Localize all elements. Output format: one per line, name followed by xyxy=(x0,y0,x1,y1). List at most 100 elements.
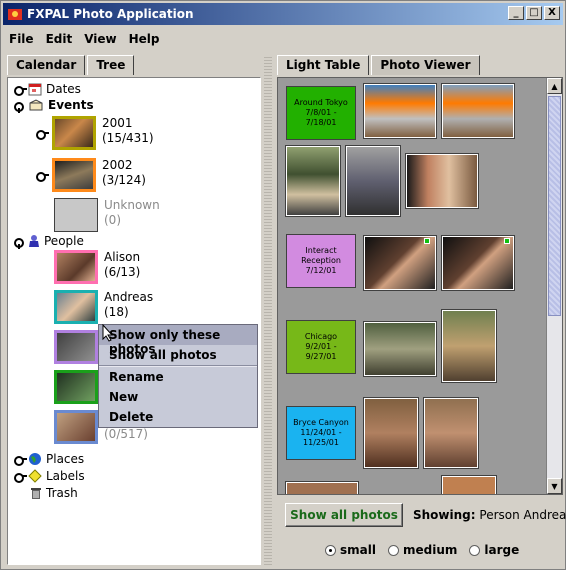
group-dates: 9/2/01 - 9/27/01 xyxy=(305,342,337,361)
showing-status: Showing: Person Andreas xyxy=(413,508,566,522)
expand-icon[interactable] xyxy=(14,454,27,466)
maximize-button[interactable]: □ xyxy=(526,6,542,20)
tree-node-labels[interactable]: Labels xyxy=(14,469,85,483)
expand-icon[interactable] xyxy=(14,471,27,483)
event-year: 2002 xyxy=(102,158,133,172)
menu-bar: File Edit View Help xyxy=(3,29,166,49)
menu-file[interactable]: File xyxy=(3,29,40,49)
tree-node-people[interactable]: People xyxy=(14,234,84,249)
photo-thumbnail[interactable] xyxy=(405,153,479,209)
tab-light-table[interactable]: Light Table xyxy=(277,55,370,75)
menu-edit[interactable]: Edit xyxy=(40,29,79,49)
selection-marker xyxy=(504,238,510,244)
person-thumbnail xyxy=(54,330,98,364)
radio-selected-icon[interactable] xyxy=(325,544,336,556)
group-title: Bryce Canyon xyxy=(293,418,349,427)
minimize-button[interactable]: _ xyxy=(508,6,524,20)
photo-thumbnail[interactable] xyxy=(363,235,437,291)
trash-icon xyxy=(31,488,41,499)
menu-new[interactable]: New xyxy=(99,387,257,407)
tree-node-trash[interactable]: Trash xyxy=(30,486,78,500)
expand-icon[interactable] xyxy=(36,128,49,140)
scrollbar-thumb[interactable] xyxy=(548,96,561,316)
event-item-unknown[interactable]: Unknown (0) xyxy=(54,198,160,232)
person-thumbnail xyxy=(54,250,98,284)
radio-icon[interactable] xyxy=(469,544,481,556)
photo-thumbnail[interactable] xyxy=(345,145,401,217)
person-item-alison[interactable]: Alison (6/13) xyxy=(54,250,140,284)
size-label-large: large xyxy=(484,543,520,557)
show-all-photos-button[interactable]: Show all photos xyxy=(285,503,403,527)
light-table-scrollbar[interactable]: ▲ ▼ xyxy=(546,78,562,494)
size-option-large[interactable]: large xyxy=(469,543,519,557)
tree-node-dates[interactable]: Dates xyxy=(14,82,81,96)
tab-calendar[interactable]: Calendar xyxy=(7,55,86,75)
person-item-3[interactable] xyxy=(54,330,98,364)
menu-help[interactable]: Help xyxy=(123,29,166,49)
pane-splitter[interactable] xyxy=(264,55,272,565)
tab-photo-viewer[interactable]: Photo Viewer xyxy=(371,55,480,75)
size-option-medium[interactable]: medium xyxy=(387,543,458,557)
light-table[interactable]: Around Tokyo 7/8/01 - 7/18/01 Interact Re… xyxy=(277,77,563,495)
photo-thumbnail[interactable] xyxy=(285,145,341,217)
menu-delete[interactable]: Delete xyxy=(99,407,257,427)
size-option-small[interactable]: small xyxy=(325,543,376,557)
group-card-bryce-canyon[interactable]: Bryce Canyon 11/24/01 - 11/25/01 xyxy=(286,406,356,460)
person-item-4[interactable] xyxy=(54,370,98,404)
showing-label: Showing: xyxy=(413,508,476,522)
expand-icon[interactable] xyxy=(14,84,27,96)
label-icon xyxy=(28,469,42,483)
photo-thumbnail[interactable] xyxy=(285,481,359,494)
tree-node-places[interactable]: Places xyxy=(14,452,84,466)
menu-rename[interactable]: Rename xyxy=(99,367,257,387)
event-item-2001[interactable]: 2001 (15/431) xyxy=(36,116,154,150)
group-text: Bryce Canyon 11/24/01 - 11/25/01 xyxy=(289,418,353,448)
person-text: Andreas (18) xyxy=(104,290,153,320)
event-year: 2001 xyxy=(102,116,133,130)
selection-marker xyxy=(424,238,430,244)
person-text: (0/517) xyxy=(104,427,148,442)
person-count: (6/13) xyxy=(104,265,141,279)
size-label-medium: medium xyxy=(402,543,458,557)
group-title: Chicago xyxy=(304,332,338,341)
photo-thumbnail[interactable] xyxy=(423,397,479,469)
collapse-icon[interactable] xyxy=(14,100,24,113)
person-count: (18) xyxy=(104,305,129,319)
person-thumbnail xyxy=(54,370,98,404)
person-item-andreas[interactable]: Andreas (18) xyxy=(54,290,153,324)
app-window: FXPAL Photo Application _ □ X File Edit … xyxy=(0,0,566,570)
left-tabs: Calendar Tree xyxy=(7,55,261,75)
group-card-interact-reception[interactable]: Interact Reception 7/12/01 xyxy=(286,234,356,288)
photo-thumbnail[interactable] xyxy=(363,83,437,139)
photo-thumbnail[interactable] xyxy=(441,475,497,494)
event-count: (3/124) xyxy=(102,173,146,187)
group-card-chicago[interactable]: Chicago 9/2/01 - 9/27/01 xyxy=(286,320,356,374)
group-text: Around Tokyo 7/8/01 - 7/18/01 xyxy=(289,98,353,128)
close-button[interactable]: X xyxy=(544,6,560,20)
radio-icon[interactable] xyxy=(387,544,399,556)
scroll-up-arrow-icon[interactable]: ▲ xyxy=(547,78,562,94)
scroll-down-arrow-icon[interactable]: ▼ xyxy=(547,478,562,494)
person-thumbnail xyxy=(54,290,98,324)
expand-icon[interactable] xyxy=(36,170,49,182)
photo-thumbnail[interactable] xyxy=(441,309,497,383)
event-item-2002[interactable]: 2002 (3/124) xyxy=(36,158,146,192)
photo-thumbnail[interactable] xyxy=(441,83,515,139)
event-count: (0) xyxy=(104,213,121,227)
menu-show-all-photos[interactable]: Show all photos xyxy=(99,345,257,365)
menu-view[interactable]: View xyxy=(78,29,122,49)
photo-thumbnail[interactable] xyxy=(363,321,437,377)
collapse-icon[interactable] xyxy=(14,236,24,249)
group-card-around-tokyo[interactable]: Around Tokyo 7/8/01 - 7/18/01 xyxy=(286,86,356,140)
group-title: Interact Reception xyxy=(301,246,341,265)
menu-show-only-these-photos[interactable]: Show only these photos xyxy=(99,325,257,356)
tree-label-labels: Labels xyxy=(46,469,85,483)
tab-tree[interactable]: Tree xyxy=(87,55,135,75)
tree-node-events[interactable]: Events xyxy=(14,98,94,113)
photo-thumbnail[interactable] xyxy=(363,397,419,469)
event-thumbnail xyxy=(54,198,98,232)
tree-label-places: Places xyxy=(46,452,85,466)
tree-view[interactable]: Dates Events 2001 (15/431) 2002 (3/124) … xyxy=(7,77,261,565)
tree-label-people: People xyxy=(44,234,84,248)
photo-thumbnail[interactable] xyxy=(441,235,515,291)
